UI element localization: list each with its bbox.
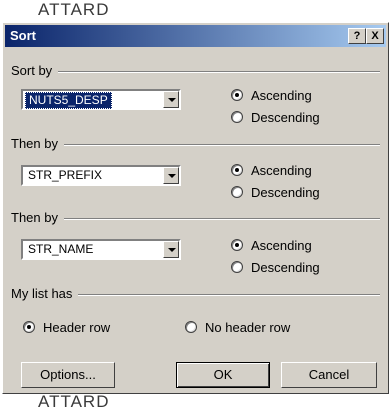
cancel-button[interactable]: Cancel bbox=[281, 362, 377, 388]
header-row-radio[interactable]: Header row bbox=[23, 319, 110, 335]
then-by-1-label: Then by bbox=[11, 136, 64, 151]
sort-by-label: Sort by bbox=[11, 63, 59, 78]
background-text-top: ATTARD bbox=[38, 0, 110, 19]
then-by-1-group: Then by bbox=[11, 136, 380, 151]
my-list-has-label: My list has bbox=[11, 286, 79, 301]
close-button[interactable]: X bbox=[366, 28, 384, 44]
then-by-2-group: Then by bbox=[11, 210, 380, 225]
then-by-2-ascending-label: Ascending bbox=[251, 237, 312, 253]
sort-by-group: Sort by bbox=[11, 63, 380, 78]
no-header-row-radio[interactable]: No header row bbox=[185, 319, 290, 335]
sort-by-descending-label: Descending bbox=[251, 109, 320, 125]
radio-unselected-icon bbox=[231, 186, 243, 198]
sort-by-value: NUTS5_DESP bbox=[25, 92, 112, 109]
sort-dialog: Sort ? X Sort by NUTS5_DESP Ascending De… bbox=[2, 22, 389, 394]
then-by-2-descending-radio[interactable]: Descending bbox=[231, 259, 320, 275]
sort-by-combo[interactable]: NUTS5_DESP bbox=[21, 89, 181, 110]
chevron-down-icon[interactable] bbox=[163, 167, 179, 184]
then-by-2-ascending-radio[interactable]: Ascending bbox=[231, 237, 312, 253]
options-button[interactable]: Options... bbox=[21, 362, 115, 388]
no-header-row-label: No header row bbox=[205, 319, 291, 335]
my-list-has-group: My list has bbox=[11, 286, 380, 301]
radio-unselected-icon bbox=[231, 111, 243, 123]
radio-selected-icon bbox=[231, 239, 243, 251]
radio-selected-icon bbox=[231, 164, 243, 176]
header-row-label: Header row bbox=[43, 319, 111, 335]
then-by-1-descending-radio[interactable]: Descending bbox=[231, 184, 320, 200]
help-button[interactable]: ? bbox=[348, 28, 366, 44]
title-bar[interactable]: Sort ? X bbox=[5, 25, 386, 47]
then-by-2-label: Then by bbox=[11, 210, 64, 225]
then-by-2-value: STR_NAME bbox=[28, 242, 94, 256]
then-by-2-combo[interactable]: STR_NAME bbox=[21, 239, 181, 260]
then-by-1-value: STR_PREFIX bbox=[28, 168, 103, 182]
radio-selected-icon bbox=[23, 321, 35, 333]
sort-by-descending-radio[interactable]: Descending bbox=[231, 109, 320, 125]
ok-button[interactable]: OK bbox=[176, 362, 270, 388]
then-by-1-descending-label: Descending bbox=[251, 184, 320, 200]
sort-by-ascending-radio[interactable]: Ascending bbox=[231, 87, 312, 103]
radio-unselected-icon bbox=[231, 261, 243, 273]
radio-unselected-icon bbox=[185, 321, 197, 333]
chevron-down-icon[interactable] bbox=[163, 241, 179, 258]
then-by-1-ascending-label: Ascending bbox=[251, 162, 312, 178]
sort-by-ascending-label: Ascending bbox=[251, 87, 312, 103]
chevron-down-icon[interactable] bbox=[163, 91, 179, 108]
background-text-bottom: ATTARD bbox=[38, 392, 110, 411]
then-by-1-ascending-radio[interactable]: Ascending bbox=[231, 162, 312, 178]
radio-selected-icon bbox=[231, 89, 243, 101]
dialog-title: Sort bbox=[10, 28, 36, 43]
then-by-1-combo[interactable]: STR_PREFIX bbox=[21, 165, 181, 186]
then-by-2-descending-label: Descending bbox=[251, 259, 320, 275]
